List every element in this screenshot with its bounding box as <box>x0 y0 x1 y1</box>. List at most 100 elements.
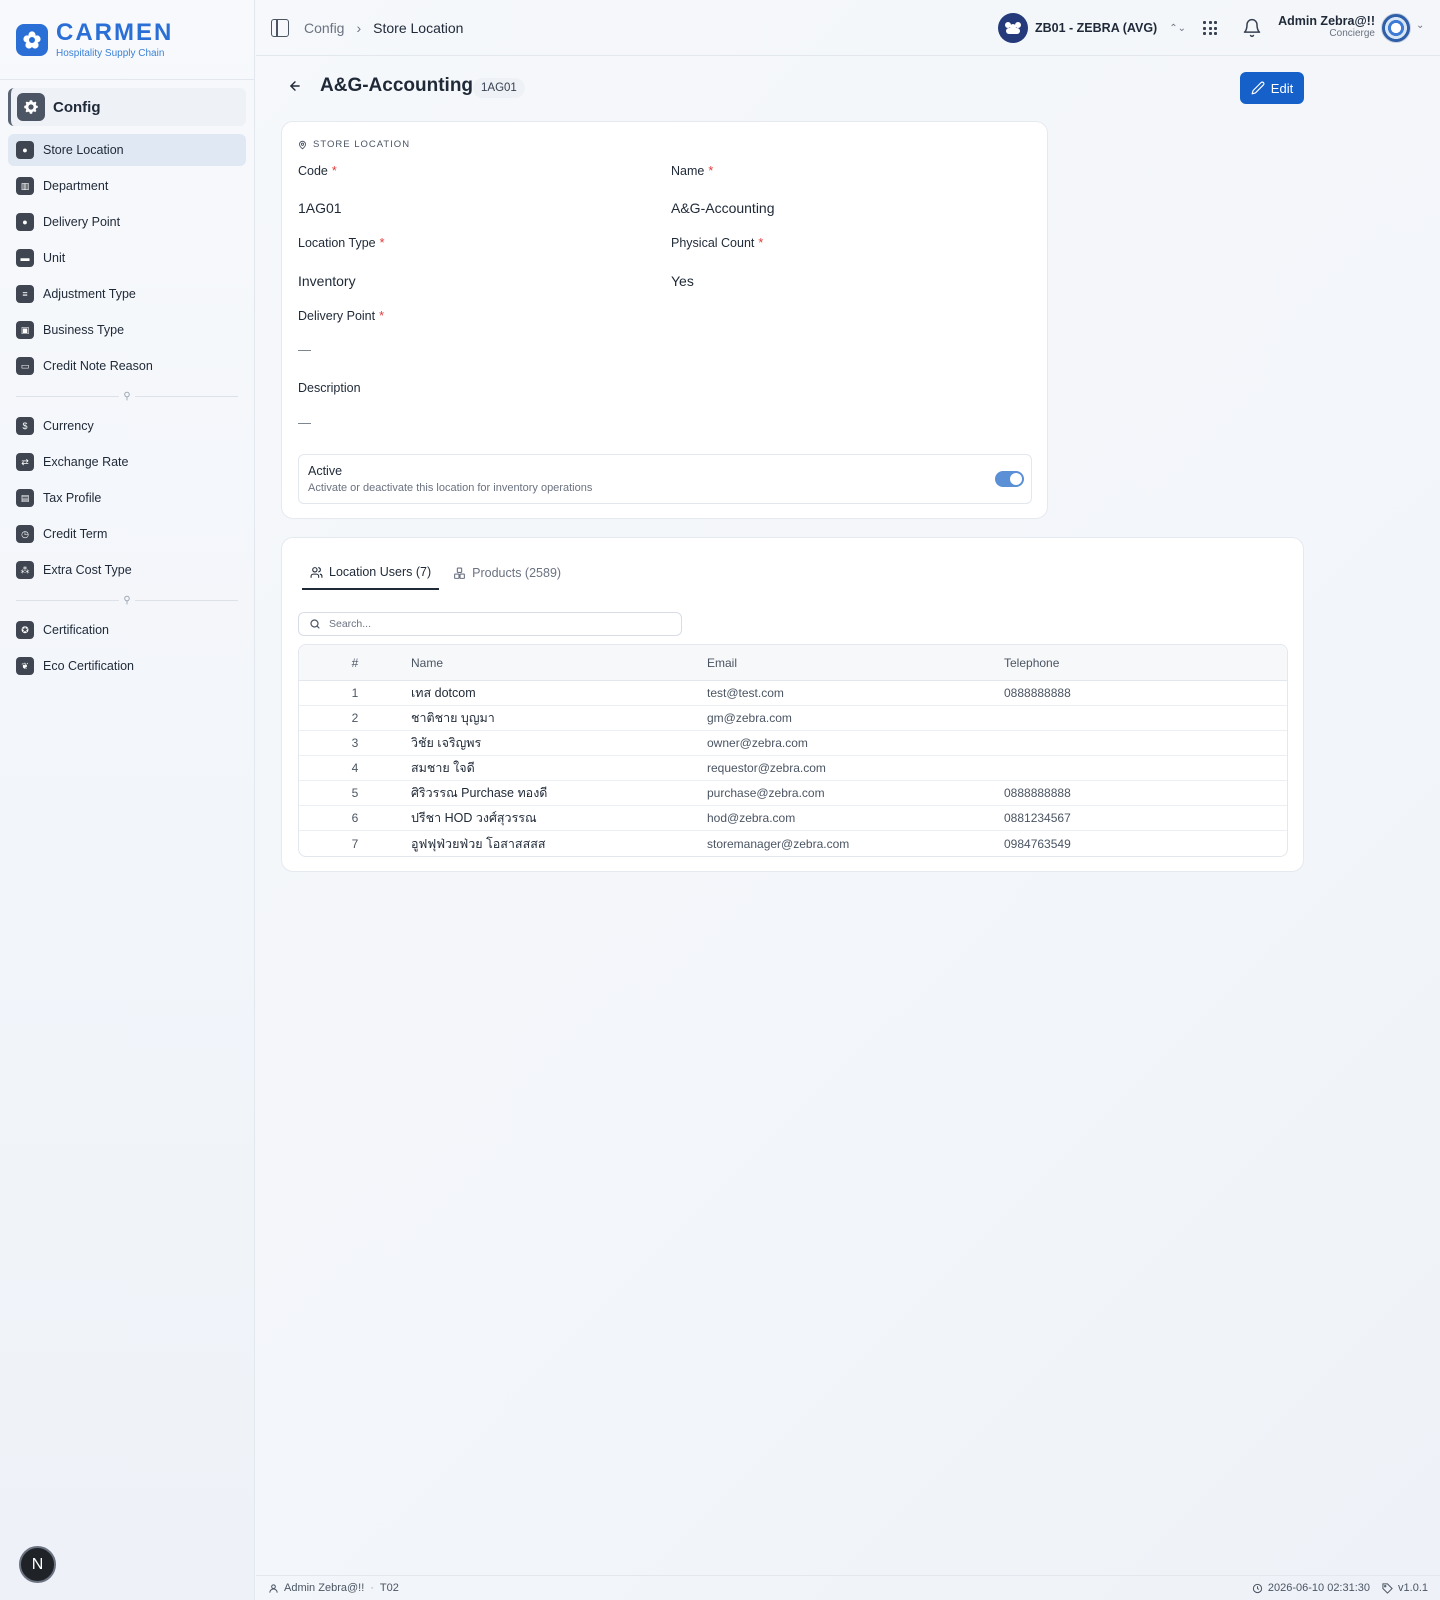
cell-email: purchase@zebra.com <box>707 786 825 800</box>
sidebar-item-certification[interactable]: ✪ Certification <box>8 614 246 646</box>
brand-name: CARMEN <box>56 19 174 46</box>
cell-name: เทส dotcom <box>411 686 476 700</box>
sidebar-divider: ⚲ <box>16 386 238 406</box>
card-kicker: STORE LOCATION <box>298 139 410 150</box>
ruler-icon: ▬ <box>16 249 34 267</box>
column-header-number[interactable]: # <box>299 656 411 670</box>
cell-number: 1 <box>351 686 359 700</box>
chevron-down-icon[interactable]: ⌄ <box>1416 20 1424 31</box>
user-name: Admin Zebra@!! <box>1278 14 1375 28</box>
chevron-updown-icon: ⌃⌄ <box>1169 22 1186 34</box>
sidebar-item-currency[interactable]: $ Currency <box>8 410 246 442</box>
avatar[interactable] <box>1381 13 1411 43</box>
user-icon <box>269 1583 278 1593</box>
sidebar-item-label: Eco Certification <box>43 659 135 673</box>
sidebar-toggle-icon[interactable] <box>271 18 289 37</box>
table-row[interactable]: 1 เทส dotcom test@test.com 0888888888 <box>299 681 1287 706</box>
sidebar-item-department[interactable]: ▥ Department <box>8 170 246 202</box>
sidebar-item-unit[interactable]: ▬ Unit <box>8 242 246 274</box>
code-value: 1AG01 <box>298 200 342 216</box>
cell-telephone: 0888888888 <box>1004 786 1071 800</box>
coin-icon: $ <box>16 417 34 435</box>
tab-products[interactable]: Products (2589) <box>445 556 569 590</box>
description-value: — <box>298 415 311 430</box>
search-box <box>298 612 682 636</box>
sidebar-section-config[interactable]: Config <box>8 88 246 126</box>
table-row[interactable]: 7 อูฟฟุฟ่วยฟ่วย โอสาสสสส storemanager@zebr… <box>299 831 1287 856</box>
column-header-email[interactable]: Email <box>707 656 1004 670</box>
sidebar-item-label: Tax Profile <box>43 491 102 505</box>
cell-name: ชาติชาย บุญมา <box>411 711 495 725</box>
status-bar: Admin Zebra@!! · T02 2026-06-10 02:31:30… <box>256 1575 1440 1600</box>
tag-icon <box>1382 1582 1393 1594</box>
business-unit-name: ZB01 - ZEBRA (AVG) <box>1035 21 1158 35</box>
back-arrow-icon[interactable] <box>288 79 302 93</box>
edit-button[interactable]: Edit <box>1240 72 1304 104</box>
pin-icon[interactable]: ⚲ <box>119 595 135 606</box>
sidebar-item-label: Credit Note Reason <box>43 359 153 373</box>
sidebar-item-eco-certification[interactable]: ❦ Eco Certification <box>8 650 246 682</box>
leaf-icon: ❦ <box>16 657 34 675</box>
location-type-value: Inventory <box>298 273 356 289</box>
pin-icon[interactable]: ⚲ <box>119 391 135 402</box>
apps-grid-icon[interactable] <box>1203 21 1217 35</box>
search-input[interactable] <box>329 618 669 630</box>
breadcrumb-current: Store Location <box>373 19 464 36</box>
business-unit-selector[interactable]: ZB01 - ZEBRA (AVG) ⌃⌄ <box>998 13 1186 43</box>
sidebar-item-tax-profile[interactable]: ▤ Tax Profile <box>8 482 246 514</box>
active-toggle[interactable] <box>995 471 1024 487</box>
dev-badge[interactable]: N <box>19 1546 56 1583</box>
breadcrumb-config[interactable]: Config <box>304 20 344 36</box>
tab-location-users[interactable]: Location Users (7) <box>302 556 440 590</box>
award-icon: ✪ <box>16 621 34 639</box>
sidebar-item-label: Store Location <box>43 143 124 157</box>
sidebar-item-delivery-point[interactable]: ● Delivery Point <box>8 206 246 238</box>
user-info[interactable]: Admin Zebra@!! Concierge <box>1275 14 1375 39</box>
description-label: Description <box>298 381 361 395</box>
map-pin-icon: ● <box>16 213 34 231</box>
card-kicker-label: STORE LOCATION <box>313 139 411 150</box>
logo[interactable]: CARMEN Hospitality Supply Chain <box>0 0 254 80</box>
code-badge: 1AG01 <box>473 78 525 98</box>
sidebar-item-exchange-rate[interactable]: ⇄ Exchange Rate <box>8 446 246 478</box>
name-value: A&G-Accounting <box>671 200 775 216</box>
sidebar-item-extra-cost-type[interactable]: ⁂ Extra Cost Type <box>8 554 246 586</box>
business-unit-icon <box>998 13 1028 43</box>
table-row[interactable]: 3 วิชัย เจริญพร owner@zebra.com <box>299 731 1287 756</box>
table-row[interactable]: 5 ศิริวรรณ Purchase ทองดี purchase@zebra.c… <box>299 781 1287 806</box>
table-header: # Name Email Telephone <box>299 645 1287 681</box>
column-header-name[interactable]: Name <box>411 656 707 670</box>
sidebar-item-label: Department <box>43 179 109 193</box>
cell-email: requestor@zebra.com <box>707 761 826 775</box>
table-row[interactable]: 4 สมชาย ใจดี requestor@zebra.com <box>299 756 1287 781</box>
topbar: Config › Store Location ZB01 - ZEBRA (AV… <box>256 0 1440 56</box>
sidebar-item-credit-note-reason[interactable]: ▭ Credit Note Reason <box>8 350 246 382</box>
chevron-right-icon: › <box>356 19 362 36</box>
gear-icon <box>17 93 45 121</box>
table-row[interactable]: 6 ปรีชา HOD วงศ์สุวรรณ hod@zebra.com 088123… <box>299 806 1287 831</box>
cell-name: สมชาย ใจดี <box>411 761 475 775</box>
active-setting: Active Activate or deactivate this locat… <box>298 454 1032 504</box>
physical-count-value: Yes <box>671 273 694 289</box>
delivery-point-label: Delivery Point * <box>298 309 384 323</box>
sidebar-item-store-location[interactable]: ● Store Location <box>8 134 246 166</box>
cost-icon: ⁂ <box>16 561 34 579</box>
table-row[interactable]: 2 ชาติชาย บุญมา gm@zebra.com <box>299 706 1287 731</box>
sidebar-item-credit-term[interactable]: ◷ Credit Term <box>8 518 246 550</box>
sidebar-item-label: Exchange Rate <box>43 455 129 469</box>
store-location-card: STORE LOCATION Code * 1AG01 Name * A&G-Acc… <box>281 121 1048 519</box>
active-description: Activate or deactivate this location for… <box>308 482 593 494</box>
file-icon: ▤ <box>16 489 34 507</box>
cell-telephone: 0881234567 <box>1004 811 1071 825</box>
bell-icon[interactable] <box>1242 18 1262 38</box>
users-icon <box>310 566 323 578</box>
sidebar: CARMEN Hospitality Supply Chain Config ●… <box>0 0 255 1600</box>
sidebar-item-business-type[interactable]: ▣ Business Type <box>8 314 246 346</box>
page-title: A&G-Accounting <box>320 75 474 96</box>
pencil-icon <box>1251 81 1265 95</box>
tab-list: Location Users (7) Products (2589) <box>302 556 569 590</box>
briefcase-icon: ▣ <box>16 321 34 339</box>
column-header-telephone[interactable]: Telephone <box>1004 656 1287 670</box>
cell-email: hod@zebra.com <box>707 811 796 825</box>
sidebar-item-adjustment-type[interactable]: ≡ Adjustment Type <box>8 278 246 310</box>
